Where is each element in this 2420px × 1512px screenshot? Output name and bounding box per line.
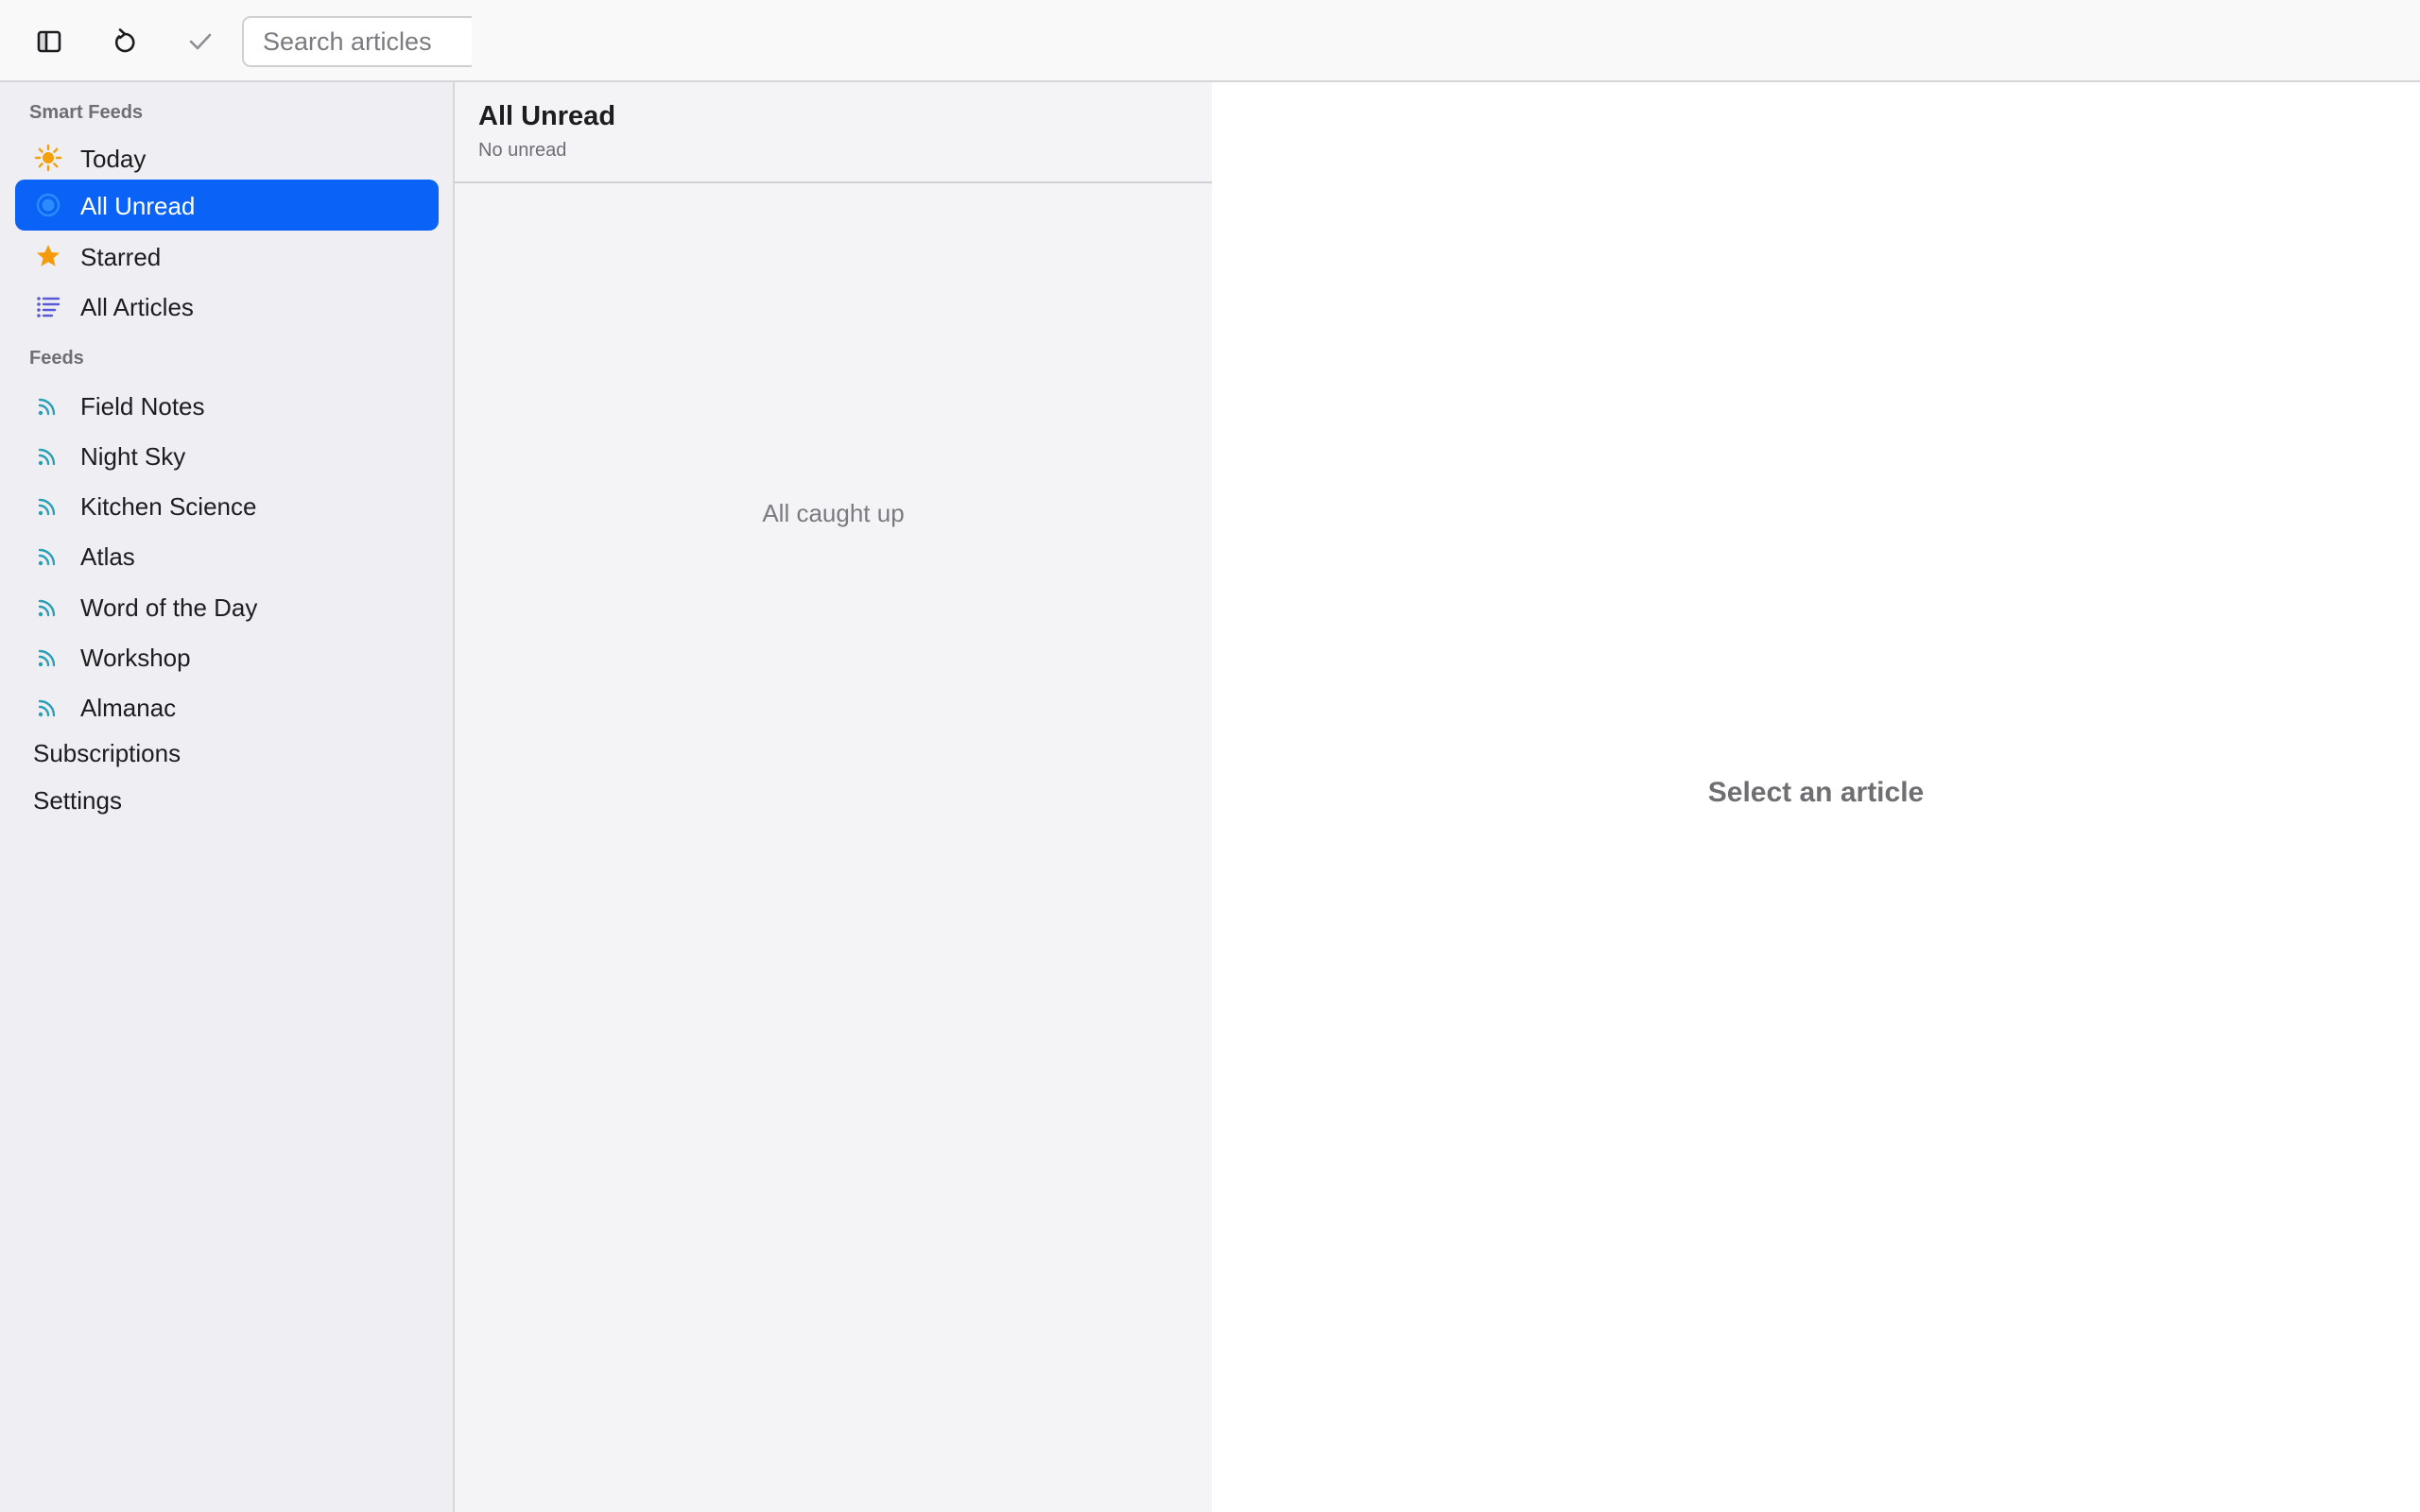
sidebar-item-label: Almanac xyxy=(80,694,177,722)
article-list-header: All Unread No unread xyxy=(455,82,1212,183)
sidebar: Smart Feeds Today All Unread Starred All… xyxy=(0,82,455,1512)
search-field-container xyxy=(242,16,472,67)
rss-icon xyxy=(34,541,62,570)
rss-icon xyxy=(34,643,62,671)
toolbar xyxy=(0,0,2420,82)
article-list-pane: All Unread No unread All caught up xyxy=(455,82,1212,1512)
rss-icon xyxy=(34,441,62,470)
sidebar-item-starred[interactable]: Starred xyxy=(15,231,439,282)
sidebar-item-label: Atlas xyxy=(80,542,135,571)
subscriptions-link[interactable]: Subscriptions xyxy=(33,739,181,767)
sidebar-item-label: Field Notes xyxy=(80,392,205,421)
sidebar-item-word-of-the-day[interactable]: Word of the Day xyxy=(15,581,439,632)
sidebar-item-label: Workshop xyxy=(80,644,191,672)
sidebar-item-night-sky[interactable]: Night Sky xyxy=(15,430,439,481)
sidebar-item-atlas[interactable]: Atlas xyxy=(15,530,439,581)
sidebar-item-today[interactable]: Today xyxy=(15,132,439,183)
sidebar-item-label: All Articles xyxy=(80,293,194,321)
sidebar-icon xyxy=(37,30,61,53)
sidebar-item-label: Starred xyxy=(80,243,162,271)
rss-icon xyxy=(34,593,62,621)
sidebar-item-label: Kitchen Science xyxy=(80,492,257,521)
unread-count-label: No unread xyxy=(478,140,567,161)
empty-list-message: All caught up xyxy=(762,499,905,527)
smart-feeds-heading: Smart Feeds xyxy=(29,102,144,123)
list-icon xyxy=(34,292,62,320)
mark-all-read-button[interactable] xyxy=(176,17,225,66)
sidebar-item-almanac[interactable]: Almanac xyxy=(15,681,439,732)
sidebar-item-all-articles[interactable]: All Articles xyxy=(15,281,439,332)
sidebar-item-label: All Unread xyxy=(80,192,196,220)
refresh-icon xyxy=(112,28,137,55)
reader-pane: Select an article xyxy=(1212,82,2420,1512)
reader-placeholder: Select an article xyxy=(1707,777,1925,808)
article-list-title: All Unread xyxy=(478,101,616,131)
search-input[interactable] xyxy=(242,16,472,67)
rss-icon xyxy=(34,693,62,721)
settings-link[interactable]: Settings xyxy=(33,786,122,815)
unread-dot-icon xyxy=(34,191,62,219)
feeds-heading: Feeds xyxy=(29,348,84,369)
sidebar-item-all-unread[interactable]: All Unread xyxy=(15,180,439,231)
rss-icon xyxy=(34,391,62,420)
sidebar-item-field-notes[interactable]: Field Notes xyxy=(15,380,439,431)
sidebar-item-workshop[interactable]: Workshop xyxy=(15,631,439,682)
toggle-sidebar-button[interactable] xyxy=(25,17,74,66)
sidebar-item-kitchen-science[interactable]: Kitchen Science xyxy=(15,480,439,531)
sun-icon xyxy=(34,144,62,172)
checkmark-icon xyxy=(188,31,213,52)
sidebar-item-label: Today xyxy=(80,145,147,173)
refresh-button[interactable] xyxy=(100,17,149,66)
star-icon xyxy=(34,242,62,270)
rss-icon xyxy=(34,491,62,520)
sidebar-item-label: Word of the Day xyxy=(80,593,258,622)
sidebar-item-label: Night Sky xyxy=(80,442,186,471)
